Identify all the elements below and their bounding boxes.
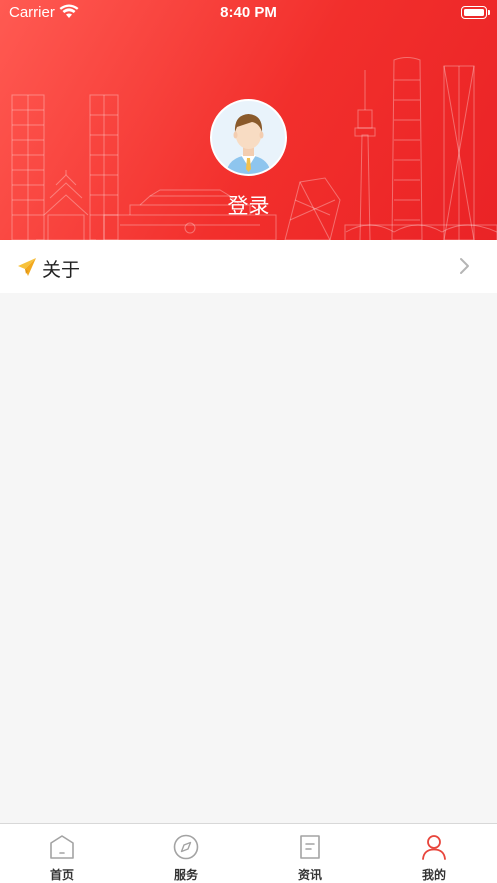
tab-news-label: 资讯 xyxy=(297,868,322,882)
avatar[interactable] xyxy=(210,99,287,176)
tab-services-label: 服务 xyxy=(173,868,198,882)
status-bar: Carrier 8:40 PM xyxy=(0,0,497,26)
tab-services[interactable]: 服务 xyxy=(124,824,248,883)
tab-mine-label: 我的 xyxy=(421,868,446,882)
bottom-tab-bar: 首页 服务 资讯 我的 xyxy=(0,823,497,883)
compass-icon xyxy=(173,834,199,860)
user-avatar-icon xyxy=(226,114,271,174)
battery-icon xyxy=(461,6,490,19)
tab-home-label: 首页 xyxy=(49,868,74,882)
chevron-right-icon xyxy=(458,257,470,280)
person-icon xyxy=(422,835,446,860)
profile-header: Carrier 8:40 PM 登录 xyxy=(0,0,497,240)
tab-home[interactable]: 首页 xyxy=(0,824,124,883)
login-button[interactable]: 登录 xyxy=(0,190,497,220)
document-icon xyxy=(300,835,320,859)
tab-mine[interactable]: 我的 xyxy=(372,824,496,883)
clock-time: 8:40 PM xyxy=(220,4,277,21)
paper-plane-icon xyxy=(17,257,37,282)
about-label: 关于 xyxy=(42,260,81,281)
tab-news[interactable]: 资讯 xyxy=(248,824,372,883)
about-menu-item[interactable]: 关于 xyxy=(0,240,497,293)
home-icon xyxy=(50,835,74,859)
